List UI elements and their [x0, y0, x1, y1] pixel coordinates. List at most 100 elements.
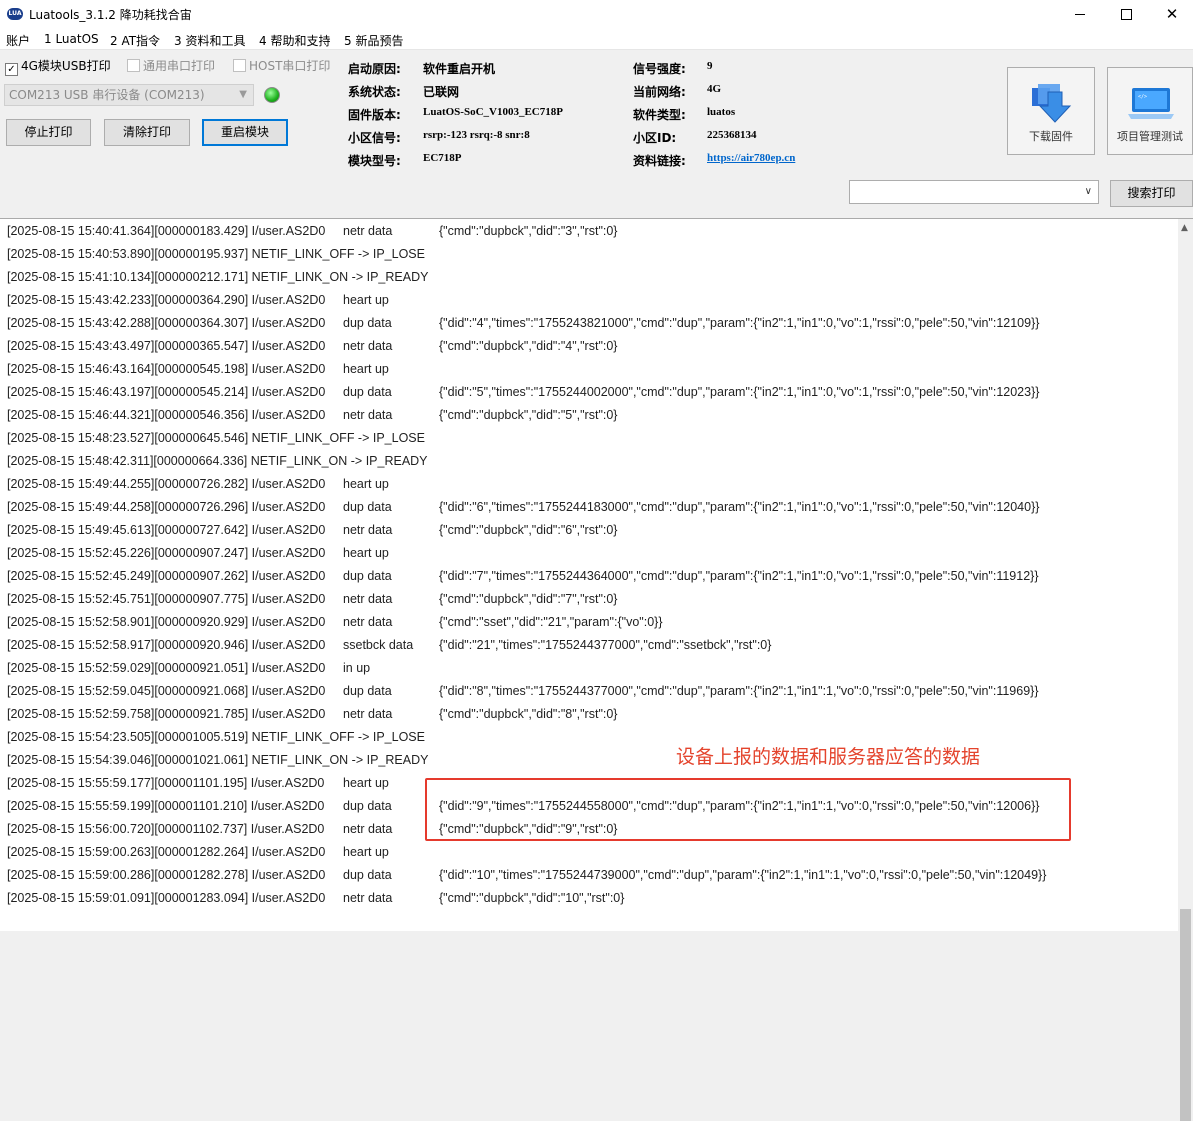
resource-link[interactable]: https://air780ep.cn: [707, 152, 795, 164]
cell-id-value: 225368134: [707, 129, 757, 141]
menu-account[interactable]: 账户: [6, 32, 30, 49]
log-payload: {"cmd":"dupbck","did":"8","rst":0}: [439, 707, 618, 721]
log-tag: in up: [343, 661, 371, 675]
port-select[interactable]: COM213 USB 串行设备 (COM213) ▼: [4, 84, 254, 106]
log-payload: {"did":"21","times":"1755244377000","cmd…: [439, 638, 772, 652]
menu-resources-tools[interactable]: 3 资料和工具: [174, 32, 245, 49]
project-test-button[interactable]: </> 项目管理测试: [1107, 67, 1193, 155]
log-tag: heart up: [343, 293, 389, 307]
restart-module-button[interactable]: 重启模块: [202, 119, 288, 146]
log-timestamp: [2025-08-15 15:40:41.364][000000183.429]…: [7, 224, 326, 238]
menu-help-support[interactable]: 4 帮助和支持: [259, 32, 330, 49]
log-timestamp: [2025-08-15 15:43:42.288][000000364.307]…: [7, 316, 326, 330]
log-tag: netr data: [343, 339, 393, 353]
log-timestamp: [2025-08-15 15:40:53.890][000000195.937]…: [7, 247, 425, 261]
log-timestamp: [2025-08-15 15:46:43.197][000000545.214]…: [7, 385, 326, 399]
system-status-label: 系统状态:: [348, 85, 401, 99]
system-status-value: 已联网: [423, 85, 460, 99]
log-timestamp: [2025-08-15 15:49:45.613][000000727.642]…: [7, 523, 326, 537]
log-payload: {"cmd":"dupbck","did":"7","rst":0}: [439, 592, 618, 606]
log-tag: heart up: [343, 776, 389, 790]
search-input[interactable]: ∨: [849, 180, 1099, 204]
network-label: 当前网络:: [633, 85, 686, 99]
signal-strength-label: 信号强度:: [633, 62, 686, 76]
window-title: Luatools_3.1.2 降功耗找合宙: [29, 8, 192, 22]
log-timestamp: [2025-08-15 15:46:44.321][000000546.356]…: [7, 408, 326, 422]
log-payload: {"did":"10","times":"1755244739000","cmd…: [439, 868, 1047, 882]
log-tag: netr data: [343, 408, 393, 422]
project-test-label: 项目管理测试: [1117, 130, 1183, 143]
log-tag: netr data: [343, 224, 393, 238]
log-timestamp: [2025-08-15 15:55:59.199][000001101.210]…: [7, 799, 325, 813]
log-timestamp: [2025-08-15 15:48:23.527][000000645.546]…: [7, 431, 425, 445]
log-timestamp: [2025-08-15 15:52:59.758][000000921.785]…: [7, 707, 326, 721]
log-tag: dup data: [343, 684, 392, 698]
module-model-value: EC718P: [423, 152, 462, 164]
log-timestamp: [2025-08-15 15:59:01.091][000001283.094]…: [7, 891, 326, 905]
log-timestamp: [2025-08-15 15:43:43.497][000000365.547]…: [7, 339, 326, 353]
network-value: 4G: [707, 83, 722, 95]
serial-print-checkbox[interactable]: 通用串口打印: [127, 57, 215, 74]
signal-strength-value: 9: [707, 60, 713, 72]
log-tag: heart up: [343, 845, 389, 859]
log-tag: heart up: [343, 477, 389, 491]
log-tag: netr data: [343, 891, 393, 905]
menu-bar: 账户 1 LuatOS 2 AT指令 3 资料和工具 4 帮助和支持 5 新品预…: [0, 29, 1193, 50]
firmware-value: LuatOS-SoC_V1003_EC718P: [423, 106, 563, 118]
minimize-button[interactable]: [1057, 0, 1103, 29]
log-timestamp: [2025-08-15 15:52:45.751][000000907.775]…: [7, 592, 326, 606]
cell-signal-label: 小区信号:: [348, 131, 401, 145]
log-tag: netr data: [343, 615, 393, 629]
menu-luatos[interactable]: 1 LuatOS: [44, 32, 99, 46]
log-timestamp: [2025-08-15 15:56:00.720][000001102.737]…: [7, 822, 325, 836]
log-payload: {"did":"4","times":"1755243821000","cmd"…: [439, 316, 1040, 330]
serial-print-label: 通用串口打印: [143, 59, 216, 73]
usb-print-label: 4G模块USB打印: [21, 59, 111, 73]
annotation-highlight-box: [425, 778, 1071, 841]
menu-new-products[interactable]: 5 新品预告: [344, 32, 403, 49]
log-tag: dup data: [343, 500, 392, 514]
cell-signal-value: rsrp:-123 rsrq:-8 snr:8: [423, 129, 530, 141]
checkbox-unchecked-icon: [233, 59, 246, 72]
log-timestamp: [2025-08-15 15:55:59.177][000001101.195]…: [7, 776, 325, 790]
log-tag: heart up: [343, 362, 389, 376]
boot-reason-value: 软件重启开机: [423, 62, 496, 76]
search-print-button[interactable]: 搜索打印: [1110, 180, 1193, 207]
log-timestamp: [2025-08-15 15:48:42.311][000000664.336]…: [7, 454, 428, 468]
log-tag: dup data: [343, 868, 392, 882]
boot-reason-label: 启动原因:: [348, 62, 401, 76]
log-tag: netr data: [343, 592, 393, 606]
log-timestamp: [2025-08-15 15:52:58.917][000000920.946]…: [7, 638, 326, 652]
log-timestamp: [2025-08-15 15:52:59.045][000000921.068]…: [7, 684, 326, 698]
usb-print-checkbox[interactable]: ✓ 4G模块USB打印: [5, 57, 111, 76]
menu-at-commands[interactable]: 2 AT指令: [110, 32, 160, 49]
log-scrollbar[interactable]: ▲: [1178, 219, 1193, 1121]
maximize-button[interactable]: [1103, 0, 1149, 29]
log-payload: {"cmd":"dupbck","did":"3","rst":0}: [439, 224, 618, 238]
log-payload: {"cmd":"sset","did":"21","param":{"vo":0…: [439, 615, 663, 629]
download-firmware-button[interactable]: 下载固件: [1007, 67, 1095, 155]
clear-print-button[interactable]: 清除打印: [104, 119, 190, 146]
log-payload: {"did":"7","times":"1755244364000","cmd"…: [439, 569, 1039, 583]
minimize-icon: [1075, 14, 1085, 15]
log-tag: netr data: [343, 822, 393, 836]
host-print-checkbox[interactable]: HOST串口打印: [233, 57, 330, 74]
close-button[interactable]: ✕: [1149, 0, 1193, 29]
resource-link-label: 资料链接:: [633, 154, 686, 168]
log-payload: {"did":"6","times":"1755244183000","cmd"…: [439, 500, 1040, 514]
log-payload: {"cmd":"dupbck","did":"10","rst":0}: [439, 891, 625, 905]
log-payload: {"cmd":"dupbck","did":"6","rst":0}: [439, 523, 618, 537]
stop-print-button[interactable]: 停止打印: [6, 119, 91, 146]
close-icon: ✕: [1165, 5, 1179, 23]
log-timestamp: [2025-08-15 15:43:42.233][000000364.290]…: [7, 293, 326, 307]
log-tag: netr data: [343, 707, 393, 721]
download-firmware-label: 下载固件: [1029, 130, 1073, 143]
log-payload: {"cmd":"dupbck","did":"4","rst":0}: [439, 339, 618, 353]
log-timestamp: [2025-08-15 15:41:10.134][000000212.171]…: [7, 270, 429, 284]
log-timestamp: [2025-08-15 15:52:59.029][000000921.051]…: [7, 661, 326, 675]
log-timestamp: [2025-08-15 15:52:58.901][000000920.929]…: [7, 615, 326, 629]
chevron-down-icon: ∨: [1084, 186, 1092, 197]
scrollbar-thumb[interactable]: [1180, 909, 1191, 1121]
log-payload: {"did":"8","times":"1755244377000","cmd"…: [439, 684, 1039, 698]
scroll-up-icon[interactable]: ▲: [1181, 223, 1188, 233]
